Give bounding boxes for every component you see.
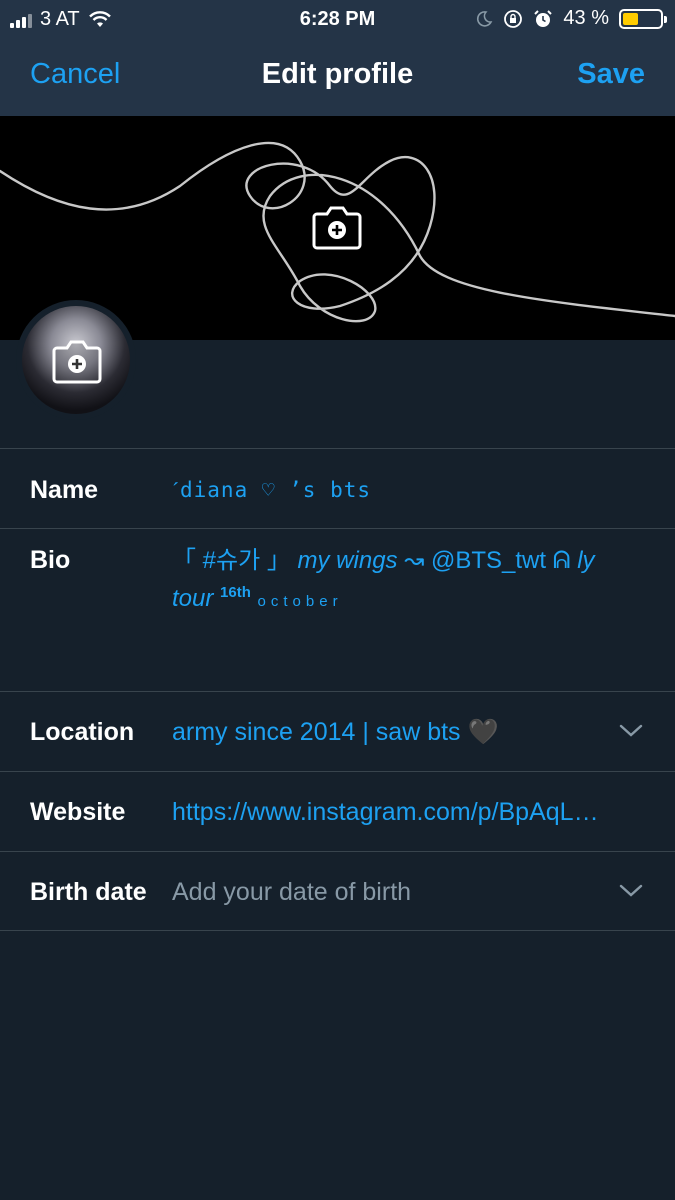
location-field[interactable]: army since 2014 | saw bts 🖤: [172, 718, 592, 747]
bio-text-part: my wings: [297, 547, 398, 574]
name-row[interactable]: Name ˊdiana ♡ ’s bts: [0, 448, 675, 528]
camera-add-icon[interactable]: [312, 204, 362, 250]
status-bar: 3 AT 6:28 PM 43 %: [0, 0, 675, 38]
name-label: Name: [30, 476, 99, 504]
bio-field[interactable]: 「 #슈가 」 my wings ↝ @BTS_twt ᕱ ly tour 16…: [172, 545, 632, 618]
rotation-lock-icon: [504, 9, 523, 28]
bio-row[interactable]: Bio 「 #슈가 」 my wings ↝ @BTS_twt ᕱ ly tou…: [0, 528, 675, 691]
bio-text-part: october: [257, 593, 343, 610]
battery-icon: [619, 8, 667, 29]
bio-label: Bio: [30, 546, 71, 574]
avatar-frame: [16, 300, 136, 420]
save-button[interactable]: Save: [577, 58, 645, 91]
avatar[interactable]: [22, 306, 130, 414]
website-label: Website: [30, 798, 126, 826]
alarm-icon: [534, 9, 553, 27]
bio-text-part: ↝ @BTS_twt ᕱ: [397, 547, 578, 574]
nav-bar: Cancel Edit profile Save: [0, 38, 675, 116]
location-label: Location: [30, 718, 135, 746]
moon-icon: [477, 10, 493, 27]
birth-date-label: Birth date: [30, 878, 147, 906]
birth-date-row[interactable]: Birth date Add your date of birth: [0, 851, 675, 931]
battery-fill: [623, 12, 639, 25]
chevron-down-icon[interactable]: [619, 884, 643, 898]
website-row[interactable]: Website https://www.instagram.com/p/BpAq…: [0, 771, 675, 851]
status-right: 43 %: [475, 7, 667, 30]
location-row[interactable]: Location army since 2014 | saw bts 🖤: [0, 691, 675, 771]
bio-text-part: 16th: [220, 584, 251, 601]
birth-date-field[interactable]: Add your date of birth: [172, 878, 592, 907]
page-title: Edit profile: [261, 58, 414, 90]
name-field[interactable]: ˊdiana ♡ ’s bts: [172, 478, 371, 503]
battery-percent: 43 %: [563, 7, 609, 29]
divider: [0, 930, 675, 931]
chevron-down-icon[interactable]: [619, 724, 643, 738]
website-field[interactable]: https://www.instagram.com/p/BpAqL…: [172, 798, 647, 827]
bio-text-part: 「 #슈가 」: [172, 547, 291, 574]
camera-add-icon[interactable]: [52, 338, 102, 384]
